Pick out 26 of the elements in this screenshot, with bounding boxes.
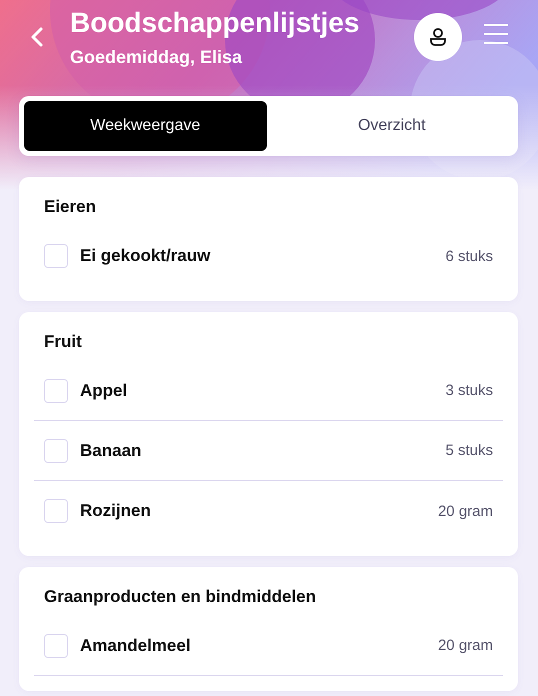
checkbox[interactable] (44, 634, 68, 658)
category-title: Graanproducten en bindmiddelen (44, 586, 316, 608)
checkbox[interactable] (44, 378, 68, 402)
item-name: Banaan (80, 440, 142, 460)
greeting: Goedemiddag, Elisa (70, 46, 244, 68)
item-name: Amandelmeel (80, 636, 192, 656)
item-quantity: 3 stuks (445, 382, 493, 399)
view-tab[interactable]: Weekweergave (24, 101, 266, 151)
menu-button[interactable] (484, 23, 508, 45)
item-name: Appel (80, 380, 128, 400)
view-tab[interactable]: Overzicht (270, 101, 513, 151)
category-title: Eieren (44, 196, 96, 218)
item-quantity: 5 stuks (445, 442, 493, 459)
item-name: Ei gekookt/rauw (80, 246, 212, 266)
checkbox[interactable] (44, 499, 68, 523)
category-title: Fruit (44, 331, 82, 353)
chevron-left-icon (30, 26, 44, 48)
item-name: Rozijnen (80, 501, 152, 521)
menu-icon (484, 23, 508, 45)
checkbox[interactable] (44, 438, 68, 462)
item-quantity: 20 gram (438, 502, 493, 520)
page-title: Boodschappenlijstjes (70, 6, 360, 40)
item-quantity: 6 stuks (445, 248, 493, 264)
person-icon (429, 27, 447, 47)
item-quantity: 20 gram (438, 637, 493, 654)
checkbox[interactable] (44, 244, 68, 268)
